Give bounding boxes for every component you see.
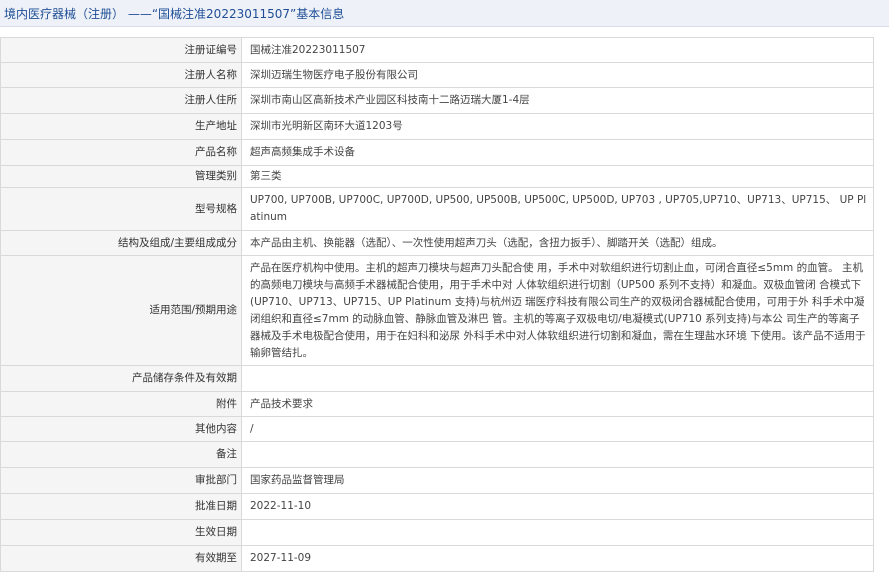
table-row: 产品名称 超声高频集成手术设备 <box>0 139 874 166</box>
row-value: 本产品由主机、换能器（选配）、一次性使用超声刀头（选配，含扭力扳手）、脚踏开关（… <box>241 230 874 256</box>
table-row: 型号规格 UP700, UP700B, UP700C, UP700D, UP50… <box>0 187 874 231</box>
row-label: 适用范围/预期用途 <box>0 255 242 366</box>
row-label: 产品名称 <box>0 139 242 166</box>
row-value: 2022-11-10 <box>241 493 874 520</box>
row-label: 审批部门 <box>0 467 242 494</box>
row-label: 附件 <box>0 391 242 417</box>
row-label: 生效日期 <box>0 519 242 546</box>
row-label: 批准日期 <box>0 493 242 520</box>
table-row: 注册人住所 深圳市南山区高新技术产业园区科技南十二路迈瑞大厦1-4层 <box>0 87 874 114</box>
row-label: 有效期至 <box>0 545 242 572</box>
table-row: 其他内容 / <box>0 416 874 442</box>
row-value <box>241 441 874 468</box>
title-prefix: 境内医疗器械（注册） —— <box>4 6 152 21</box>
row-value: 国械注准20223011507 <box>241 37 874 63</box>
detail-table-container: 注册证编号 国械注准20223011507 注册人名称 深圳迈瑞生物医疗电子股份… <box>0 27 889 572</box>
table-row: 备注 <box>0 441 874 468</box>
table-row: 审批部门 国家药品监督管理局 <box>0 467 874 494</box>
table-row: 注册证编号 国械注准20223011507 <box>0 37 874 63</box>
table-row: 生效日期 <box>0 519 874 546</box>
row-value: 深圳市南山区高新技术产业园区科技南十二路迈瑞大厦1-4层 <box>241 87 874 114</box>
row-value: 产品技术要求 <box>241 391 874 417</box>
row-value: UP700, UP700B, UP700C, UP700D, UP500, UP… <box>241 187 874 231</box>
row-label: 结构及组成/主要组成成分 <box>0 230 242 256</box>
row-label: 备注 <box>0 441 242 468</box>
row-value: 产品在医疗机构中使用。主机的超声刀模块与超声刀头配合使 用，手术中对软组织进行切… <box>241 255 874 366</box>
detail-table: 注册证编号 国械注准20223011507 注册人名称 深圳迈瑞生物医疗电子股份… <box>0 37 874 572</box>
table-row: 产品储存条件及有效期 <box>0 365 874 392</box>
row-label: 注册人名称 <box>0 62 242 88</box>
row-label: 生产地址 <box>0 113 242 140</box>
table-row: 批准日期 2022-11-10 <box>0 493 874 520</box>
page-title: “国械注准20223011507”基本信息 <box>151 6 345 21</box>
row-value: 2027-11-09 <box>241 545 874 572</box>
row-label: 管理类别 <box>0 165 242 188</box>
row-label: 其他内容 <box>0 416 242 442</box>
row-label: 注册人住所 <box>0 87 242 114</box>
table-row: 结构及组成/主要组成成分 本产品由主机、换能器（选配）、一次性使用超声刀头（选配… <box>0 230 874 256</box>
page-title-bar: 境内医疗器械（注册） —— “国械注准20223011507”基本信息 <box>0 0 889 27</box>
row-value: 深圳市光明新区南环大道1203号 <box>241 113 874 140</box>
table-row: 生产地址 深圳市光明新区南环大道1203号 <box>0 113 874 140</box>
row-label: 型号规格 <box>0 187 242 231</box>
table-row: 有效期至 2027-11-09 <box>0 545 874 572</box>
row-value: 第三类 <box>241 165 874 188</box>
row-value: 深圳迈瑞生物医疗电子股份有限公司 <box>241 62 874 88</box>
row-value <box>241 519 874 546</box>
row-label: 产品储存条件及有效期 <box>0 365 242 392</box>
row-value: 国家药品监督管理局 <box>241 467 874 494</box>
table-row: 注册人名称 深圳迈瑞生物医疗电子股份有限公司 <box>0 62 874 88</box>
table-row: 附件 产品技术要求 <box>0 391 874 417</box>
table-row: 适用范围/预期用途 产品在医疗机构中使用。主机的超声刀模块与超声刀头配合使 用，… <box>0 255 874 366</box>
row-label: 注册证编号 <box>0 37 242 63</box>
row-value: / <box>241 416 874 442</box>
row-value <box>241 365 874 392</box>
row-value: 超声高频集成手术设备 <box>241 139 874 166</box>
table-row: 管理类别 第三类 <box>0 165 874 188</box>
